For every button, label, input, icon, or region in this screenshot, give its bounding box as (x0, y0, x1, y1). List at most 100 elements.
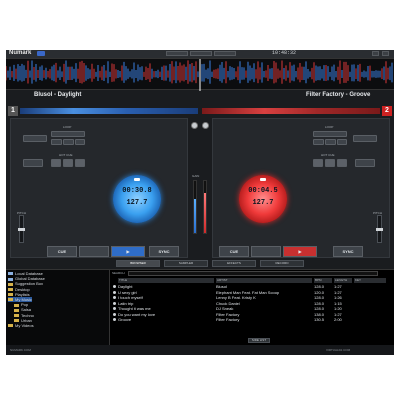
cell-bpm: 128.0 (314, 284, 325, 289)
folder-icon (8, 324, 13, 328)
hotcue-3-button[interactable] (75, 159, 85, 167)
hotcue-2-button[interactable] (325, 159, 335, 167)
tab-effects[interactable]: EFFECTS (212, 260, 256, 267)
jog-wheel-right[interactable]: 00:04.5 127.7 (239, 175, 287, 223)
gain-label: GAIN (192, 174, 200, 178)
folder-icon (14, 303, 19, 307)
table-row[interactable]: Daylight Blusol 128.0 1:27 (112, 284, 392, 289)
top-bar: Numark 10:48:32 (6, 50, 394, 58)
database-icon (8, 272, 13, 276)
sync-button[interactable]: SYNC (333, 246, 363, 257)
jog-wheel-left[interactable]: 00:30.8 127.7 (113, 175, 161, 223)
cell-artist: Elephant Man Feat. Fat Man Scoop (216, 289, 280, 295)
table-row[interactable]: Thought it was me DJ Sneak 128.0 1:20 (112, 306, 392, 311)
track-overview: 1 2 (6, 106, 394, 116)
cell-bpm: 128.0 (314, 300, 325, 306)
numark-logo: Numark (9, 50, 32, 56)
pitch-knob[interactable] (18, 228, 25, 231)
gain-left-knob[interactable] (191, 122, 198, 129)
tab-sampler[interactable]: SAMPLER (164, 260, 208, 267)
loop-toggle-button[interactable] (75, 139, 85, 145)
cell-title: I touch myself (118, 295, 143, 300)
file-list: TITLE ARTIST BPM LENGTH KEY Daylight Blusol 128… (112, 278, 392, 338)
cell-artist: Filter Factory (216, 311, 240, 317)
loop-in-button[interactable] (51, 139, 62, 145)
cue-button[interactable]: CUE (219, 246, 249, 257)
loop-out-button[interactable] (63, 139, 74, 145)
pitch-knob[interactable] (376, 228, 383, 231)
status-bar: NUMARK.COM VIRTUALDJ.COM (6, 345, 394, 355)
folder-icon (8, 288, 13, 292)
cell-length: 1:20 (334, 306, 342, 311)
cell-bpm: 120.0 (314, 289, 325, 295)
loop-length-button[interactable] (313, 131, 347, 137)
column-header[interactable]: LENGTH (334, 278, 352, 283)
file-browser: Local Database Global Database Suggestion … (6, 269, 394, 346)
config-button[interactable] (166, 51, 188, 56)
waveform-display[interactable] (6, 58, 394, 91)
loop-label: LOOP (63, 125, 72, 129)
cue-button[interactable]: CUE (47, 246, 77, 257)
cell-artist: Filter Factory (216, 317, 240, 322)
hotcue-2-button[interactable] (63, 159, 73, 167)
numark-link[interactable]: NUMARK.COM (10, 348, 31, 352)
tab-record[interactable]: RECORD (260, 260, 304, 267)
pause-button[interactable] (251, 246, 281, 257)
play-button[interactable]: ▶ (111, 246, 145, 257)
track-icon (113, 318, 116, 321)
table-row[interactable]: Latin trip Chuck Daniel 128.0 1:15 (112, 301, 392, 306)
track-icon (113, 307, 116, 310)
play-button[interactable]: ▶ (283, 246, 317, 257)
table-row[interactable]: I touch myself Lenny B Feat. Kristy K 128.… (112, 295, 392, 300)
column-header[interactable]: KEY (354, 278, 386, 283)
deck-right-number: 2 (382, 106, 392, 116)
cell-length: 1:27 (334, 284, 342, 289)
cell-bpm: 138.0 (314, 311, 325, 317)
loop-label: LOOP (325, 125, 334, 129)
hotcue-mode-button[interactable] (23, 159, 43, 167)
loop-out-button[interactable] (325, 139, 336, 145)
hotcue-1-button[interactable] (313, 159, 323, 167)
minimize-button[interactable] (372, 51, 379, 56)
shift-button[interactable] (353, 135, 377, 142)
table-row[interactable]: U sexy girl Elephant Man Feat. Fat Man Sc… (112, 290, 392, 295)
deck-left-overview[interactable] (20, 108, 198, 114)
column-header[interactable]: ARTIST (216, 278, 312, 283)
close-button[interactable] (382, 51, 389, 56)
column-header[interactable]: BPM (314, 278, 332, 283)
shift-button[interactable] (23, 135, 47, 142)
hotcue-mode-button[interactable] (355, 159, 375, 167)
tab-browser[interactable]: BROWSER (116, 260, 160, 267)
folder-item[interactable]: My Videos (8, 323, 34, 328)
deck-right-title: Filter Factory - Groove (306, 92, 371, 98)
gain-right-knob[interactable] (202, 122, 209, 129)
hotcue-3-button[interactable] (337, 159, 347, 167)
cell-title: Do you want my love (118, 311, 156, 317)
skin-button[interactable] (190, 51, 212, 56)
hotcue-1-button[interactable] (51, 159, 61, 167)
loop-in-button[interactable] (313, 139, 324, 145)
pitch-slider[interactable] (376, 215, 383, 243)
sync-button[interactable]: SYNC (149, 246, 179, 257)
elapsed-time: 00:04.5 (248, 187, 278, 195)
folder-icon (14, 319, 19, 323)
folder-label: My Videos (15, 323, 34, 328)
hotcue-label: HOT CUE (59, 153, 73, 157)
side-list-button[interactable]: SIDE LIST (248, 338, 270, 343)
table-row[interactable]: Groove Filter Factory 130.5 2:00 (112, 317, 392, 322)
deck-right-overview[interactable] (202, 108, 380, 114)
folder-icon (8, 282, 13, 286)
search-row: SEARCH (112, 271, 392, 276)
cell-artist: Chuck Daniel (216, 300, 240, 306)
virtualdj-link[interactable]: VIRTUALDJ.COM (326, 348, 350, 352)
loop-length-button[interactable] (51, 131, 85, 137)
record-button[interactable] (214, 51, 236, 56)
pause-button[interactable] (79, 246, 109, 257)
table-row[interactable]: Do you want my love Filter Factory 138.0 1:… (112, 312, 392, 317)
column-header[interactable]: TITLE (118, 278, 214, 283)
cell-title: Daylight (118, 284, 133, 289)
pitch-slider[interactable] (18, 215, 25, 243)
loop-toggle-button[interactable] (337, 139, 347, 145)
search-input[interactable] (128, 271, 378, 276)
cell-title: Latin trip (118, 300, 134, 306)
